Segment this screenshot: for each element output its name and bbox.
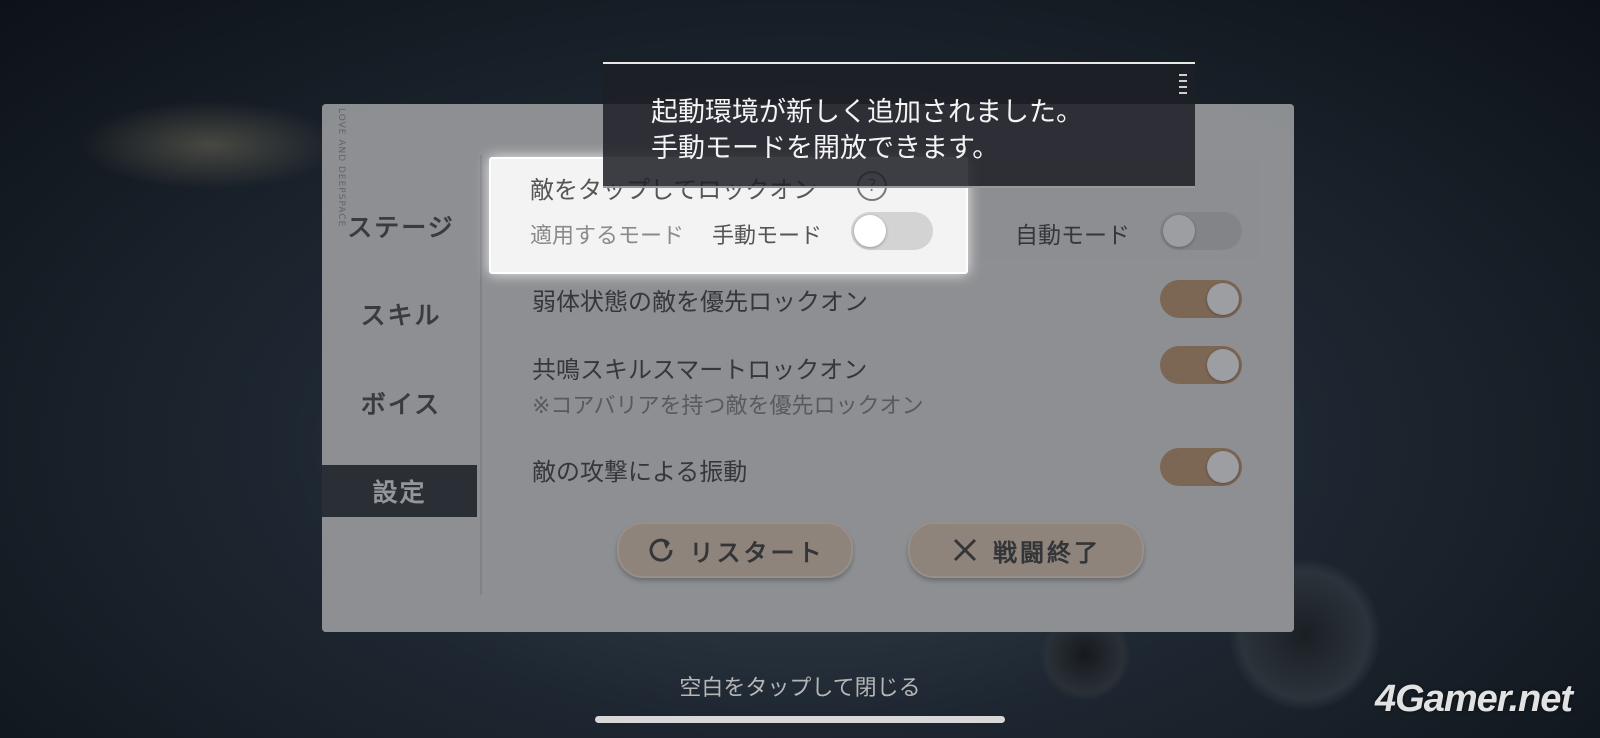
weak-priority-toggle[interactable] (1160, 280, 1242, 318)
resonance-smart-note: ※コアバリアを持つ敵を優先ロックオン (532, 394, 924, 419)
watermark-logo: 4Gamer.net (1375, 678, 1573, 720)
tab-stage[interactable]: ステージ (322, 200, 480, 252)
manual-mode-toggle[interactable] (851, 212, 933, 250)
tab-settings[interactable]: 設定 (322, 465, 477, 517)
weak-priority-label: 弱体状態の敵を優先ロックオン (532, 288, 868, 316)
tap-to-close-hint[interactable]: 空白をタップして閉じる (0, 670, 1600, 702)
resonance-smart-toggle[interactable] (1160, 346, 1242, 384)
end-battle-label: 戦闘終了 (993, 537, 1101, 567)
tab-voice[interactable]: ボイス (322, 377, 480, 429)
toggle-knob (854, 215, 886, 247)
toggle-knob (1163, 215, 1195, 247)
background-light (80, 100, 340, 190)
restart-button[interactable]: リスタート (617, 522, 853, 578)
auto-mode-toggle[interactable] (1160, 212, 1242, 250)
restart-icon (646, 535, 676, 565)
home-indicator[interactable] (595, 716, 1005, 723)
restart-label: リスタート (689, 537, 825, 567)
sidebar-divider (480, 155, 482, 595)
vibration-toggle[interactable] (1160, 448, 1242, 486)
toggle-knob (1207, 349, 1239, 381)
menu-icon (1179, 74, 1187, 98)
tab-skill[interactable]: スキル (322, 288, 480, 340)
auto-mode-label: 自動モード (1015, 223, 1130, 249)
manual-mode-label: 手動モード (712, 224, 823, 249)
end-battle-button[interactable]: 戦闘終了 (908, 522, 1144, 578)
notification-banner: 起動環境が新しく追加されました。 手動モードを開放できます。 (603, 62, 1195, 188)
toggle-knob (1207, 451, 1239, 483)
apply-mode-label: 適用するモード (530, 224, 685, 249)
vibration-label: 敵の攻撃による振動 (532, 458, 748, 486)
notification-line-1: 起動環境が新しく追加されました。 (651, 97, 1083, 128)
close-icon (951, 536, 979, 564)
toggle-knob (1207, 283, 1239, 315)
resonance-smart-label: 共鳴スキルスマートロックオン (532, 356, 868, 384)
notification-line-2: 手動モードを開放できます。 (651, 133, 1000, 164)
